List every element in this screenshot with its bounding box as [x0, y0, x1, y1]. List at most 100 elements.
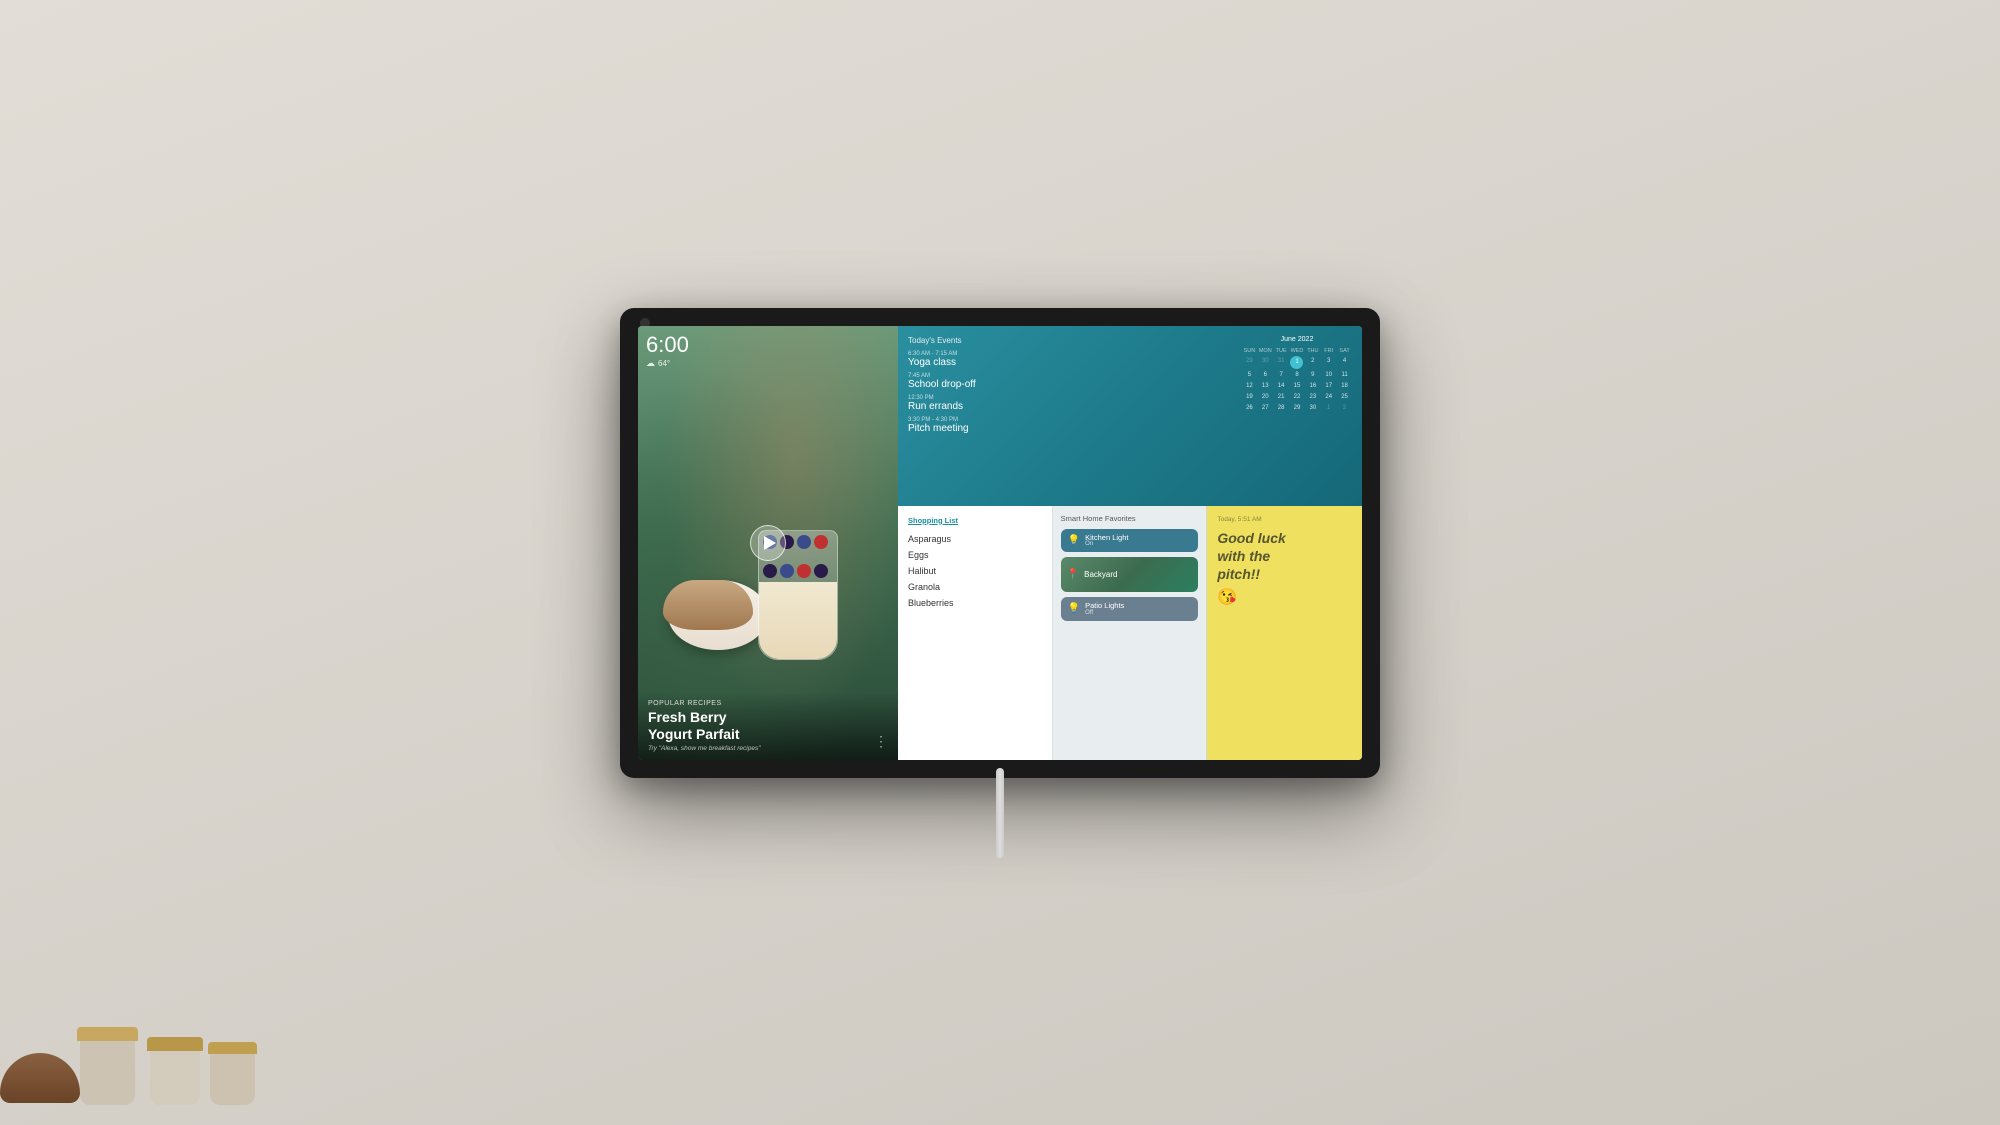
cal-day-29-jun[interactable]: 29	[1290, 403, 1305, 413]
play-button[interactable]	[750, 525, 786, 561]
food-visual	[678, 346, 878, 660]
shopping-list-title: Shopping List	[908, 516, 1042, 525]
calendar-month: June 2022	[1242, 336, 1352, 343]
cal-day-19[interactable]: 19	[1242, 392, 1257, 402]
cal-day-18[interactable]: 18	[1337, 381, 1352, 391]
cal-day-13[interactable]: 13	[1258, 381, 1273, 391]
berry-7	[797, 564, 811, 578]
patio-lights-name: Patio Lights	[1085, 602, 1191, 610]
cal-day-1-today[interactable]: 1	[1290, 356, 1303, 369]
backyard-label: Backyard	[1084, 570, 1117, 579]
shopping-item-1[interactable]: Asparagus	[908, 531, 1042, 547]
cal-day-27[interactable]: 27	[1258, 403, 1273, 413]
patio-lights-status: Off	[1085, 610, 1191, 616]
cal-day-21[interactable]: 21	[1274, 392, 1289, 402]
events-title: Today's Events	[908, 336, 1234, 345]
bread-item	[0, 1053, 80, 1103]
note-emoji: 😘	[1217, 587, 1352, 607]
event-3[interactable]: 12:30 PM Run errands	[908, 395, 1234, 412]
berry-3	[797, 535, 811, 549]
play-triangle-icon	[764, 536, 776, 550]
smarthome-title: Smart Home Favorites	[1061, 514, 1199, 523]
cal-day-24[interactable]: 24	[1321, 392, 1336, 402]
shopping-item-3[interactable]: Halibut	[908, 563, 1042, 579]
cal-day-12[interactable]: 12	[1242, 381, 1257, 391]
cal-day-1-jul: 1	[1321, 403, 1336, 413]
cal-day-11[interactable]: 11	[1337, 370, 1352, 380]
cal-day-23[interactable]: 23	[1305, 392, 1320, 402]
calendar-events-panel: Today's Events 6:30 AM - 7:15 AM Yoga cl…	[898, 326, 1362, 506]
time-weather-widget: 6:00 ☁ 64°	[646, 334, 689, 369]
more-options-icon[interactable]: ⋮	[874, 733, 888, 750]
jar-2	[150, 1045, 200, 1105]
kitchen-light-card[interactable]: 💡 Kitchen Light On	[1061, 529, 1199, 553]
cal-day-3[interactable]: 3	[1321, 356, 1336, 369]
temperature: 64°	[658, 359, 670, 368]
cal-day-17[interactable]: 17	[1321, 381, 1336, 391]
jar-2-lid	[147, 1037, 203, 1051]
cal-header-sat: SAT	[1337, 347, 1352, 355]
calendar-grid: SUN MON TUE WED THU FRI SAT 29 30 31 1 2…	[1242, 347, 1352, 413]
backyard-overlay: 📍 Backyard	[1067, 569, 1118, 580]
cal-day-2-jul: 2	[1337, 403, 1352, 413]
cal-day-5[interactable]: 5	[1242, 370, 1257, 380]
cal-day-16[interactable]: 16	[1305, 381, 1320, 391]
kitchen-light-icon: 💡	[1068, 535, 1080, 546]
shopping-item-5[interactable]: Blueberries	[908, 595, 1042, 611]
cal-day-8[interactable]: 8	[1290, 370, 1305, 380]
cal-day-20[interactable]: 20	[1258, 392, 1273, 402]
cal-day-10[interactable]: 10	[1321, 370, 1336, 380]
event-4[interactable]: 3:30 PM - 4:30 PM Pitch meeting	[908, 417, 1234, 434]
cal-day-9[interactable]: 9	[1305, 370, 1320, 380]
weather-display: ☁ 64°	[646, 358, 689, 369]
cal-day-30[interactable]: 30	[1305, 403, 1320, 413]
events-section: Today's Events 6:30 AM - 7:15 AM Yoga cl…	[908, 336, 1234, 496]
jar-3	[210, 1050, 255, 1105]
cal-day-7[interactable]: 7	[1274, 370, 1289, 380]
bowl	[668, 580, 768, 650]
backyard-image: 📍 Backyard	[1061, 557, 1199, 592]
berry-5	[763, 564, 777, 578]
patio-lights-info: Patio Lights Off	[1085, 602, 1191, 616]
kitchen-light-name: Kitchen Light	[1085, 534, 1191, 542]
mini-calendar[interactable]: June 2022 SUN MON TUE WED THU FRI SAT 29…	[1242, 336, 1352, 496]
cal-day-4[interactable]: 4	[1337, 356, 1352, 369]
jar-1-lid	[77, 1027, 138, 1041]
kitchen-light-status: On	[1085, 541, 1191, 547]
device-screen: 6:00 ☁ 64° Popular Recipes Fresh BerryYo…	[638, 326, 1362, 760]
cal-day-26[interactable]: 26	[1242, 403, 1257, 413]
power-cable	[996, 768, 1004, 858]
event-1[interactable]: 6:30 AM - 7:15 AM Yoga class	[908, 351, 1234, 368]
jar-1	[80, 1035, 135, 1105]
cal-day-22[interactable]: 22	[1290, 392, 1305, 402]
hero-overlay: Popular Recipes Fresh BerryYogurt Parfai…	[638, 692, 898, 760]
glass-yogurt	[759, 582, 837, 659]
cal-day-2[interactable]: 2	[1305, 356, 1320, 369]
backyard-card[interactable]: 📍 Backyard	[1061, 557, 1199, 592]
cal-day-31-may: 31	[1274, 356, 1289, 369]
cal-day-6[interactable]: 6	[1258, 370, 1273, 380]
hero-recipe-panel[interactable]: 6:00 ☁ 64° Popular Recipes Fresh BerryYo…	[638, 326, 898, 760]
cal-day-30-may: 30	[1258, 356, 1273, 369]
shopping-item-2[interactable]: Eggs	[908, 547, 1042, 563]
event-2[interactable]: 7:45 AM School drop-off	[908, 373, 1234, 390]
cal-day-15[interactable]: 15	[1290, 381, 1305, 391]
cal-day-14[interactable]: 14	[1274, 381, 1289, 391]
cal-day-28[interactable]: 28	[1274, 403, 1289, 413]
cal-header-sun: SUN	[1242, 347, 1257, 355]
patio-lights-card[interactable]: 💡 Patio Lights Off	[1061, 597, 1199, 621]
smarthome-panel: Smart Home Favorites 💡 Kitchen Light On …	[1053, 506, 1208, 760]
cal-header-mon: MON	[1258, 347, 1273, 355]
jar-3-lid	[208, 1042, 257, 1054]
bowl-food	[663, 580, 753, 630]
event-3-name: Run errands	[908, 401, 1234, 412]
event-1-name: Yoga class	[908, 357, 1234, 368]
cal-header-fri: FRI	[1321, 347, 1336, 355]
pin-icon: 📍	[1067, 569, 1079, 580]
shopping-item-4[interactable]: Granola	[908, 579, 1042, 595]
cal-header-wed: WED	[1290, 347, 1305, 355]
echo-show-device: 6:00 ☁ 64° Popular Recipes Fresh BerryYo…	[620, 308, 1380, 778]
cal-header-thu: THU	[1305, 347, 1320, 355]
cal-day-25[interactable]: 25	[1337, 392, 1352, 402]
countertop	[0, 1005, 2000, 1125]
